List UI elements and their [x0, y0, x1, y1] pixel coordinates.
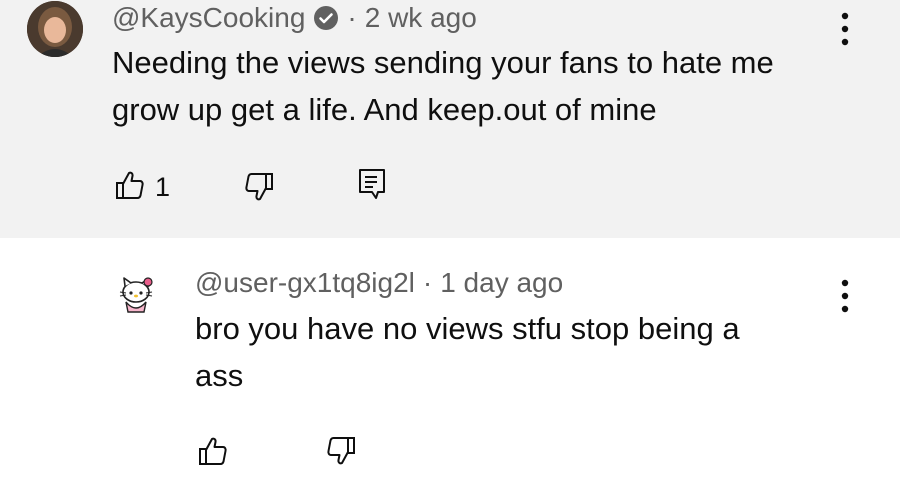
comment-meta: @KaysCooking · 2 wk ago — [112, 0, 477, 36]
verified-check-icon — [314, 6, 339, 30]
like-count: 1 — [155, 172, 171, 202]
meta-separator: · — [422, 267, 433, 298]
hello-kitty-icon — [119, 277, 153, 313]
comment-timestamp[interactable]: 1 day ago — [440, 267, 563, 299]
like-button[interactable] — [198, 436, 228, 471]
thumbs-up-icon — [199, 437, 227, 465]
avatar[interactable] — [114, 272, 162, 320]
dislike-button[interactable] — [326, 436, 356, 471]
comment-text-line: ass — [195, 358, 244, 393]
comment-meta: @user-gx1tq8ig2l · 1 day ago — [195, 265, 563, 301]
like-button[interactable] — [115, 170, 145, 205]
comment-text-line: bro you have no views stfu stop being a — [195, 311, 740, 346]
avatar[interactable] — [27, 1, 83, 57]
avatar-photo-icon — [27, 1, 83, 57]
dislike-button[interactable] — [244, 172, 274, 207]
comment-timestamp[interactable]: 2 wk ago — [365, 2, 477, 34]
thumbs-down-icon — [245, 173, 273, 201]
thumbs-down-icon — [327, 437, 355, 465]
comment-text-line: Needing the views sending your fans to h… — [112, 45, 774, 80]
more-actions-icon[interactable] — [840, 12, 850, 46]
reply-button[interactable] — [358, 168, 386, 205]
comment-text-line: grow up get a life. And keep.out of mine — [112, 92, 657, 127]
comment-actions: 1 — [115, 170, 170, 205]
comment-author[interactable]: @user-gx1tq8ig2l — [195, 267, 415, 299]
comment-text: bro you have no views stfu stop being a … — [195, 305, 740, 399]
more-actions-icon[interactable] — [840, 279, 850, 313]
thumbs-up-icon — [116, 171, 144, 199]
comment-author[interactable]: @KaysCooking — [112, 2, 305, 34]
meta-separator: · — [347, 2, 357, 33]
comment-text: Needing the views sending your fans to h… — [112, 39, 774, 133]
reply-comment-icon — [359, 169, 385, 199]
